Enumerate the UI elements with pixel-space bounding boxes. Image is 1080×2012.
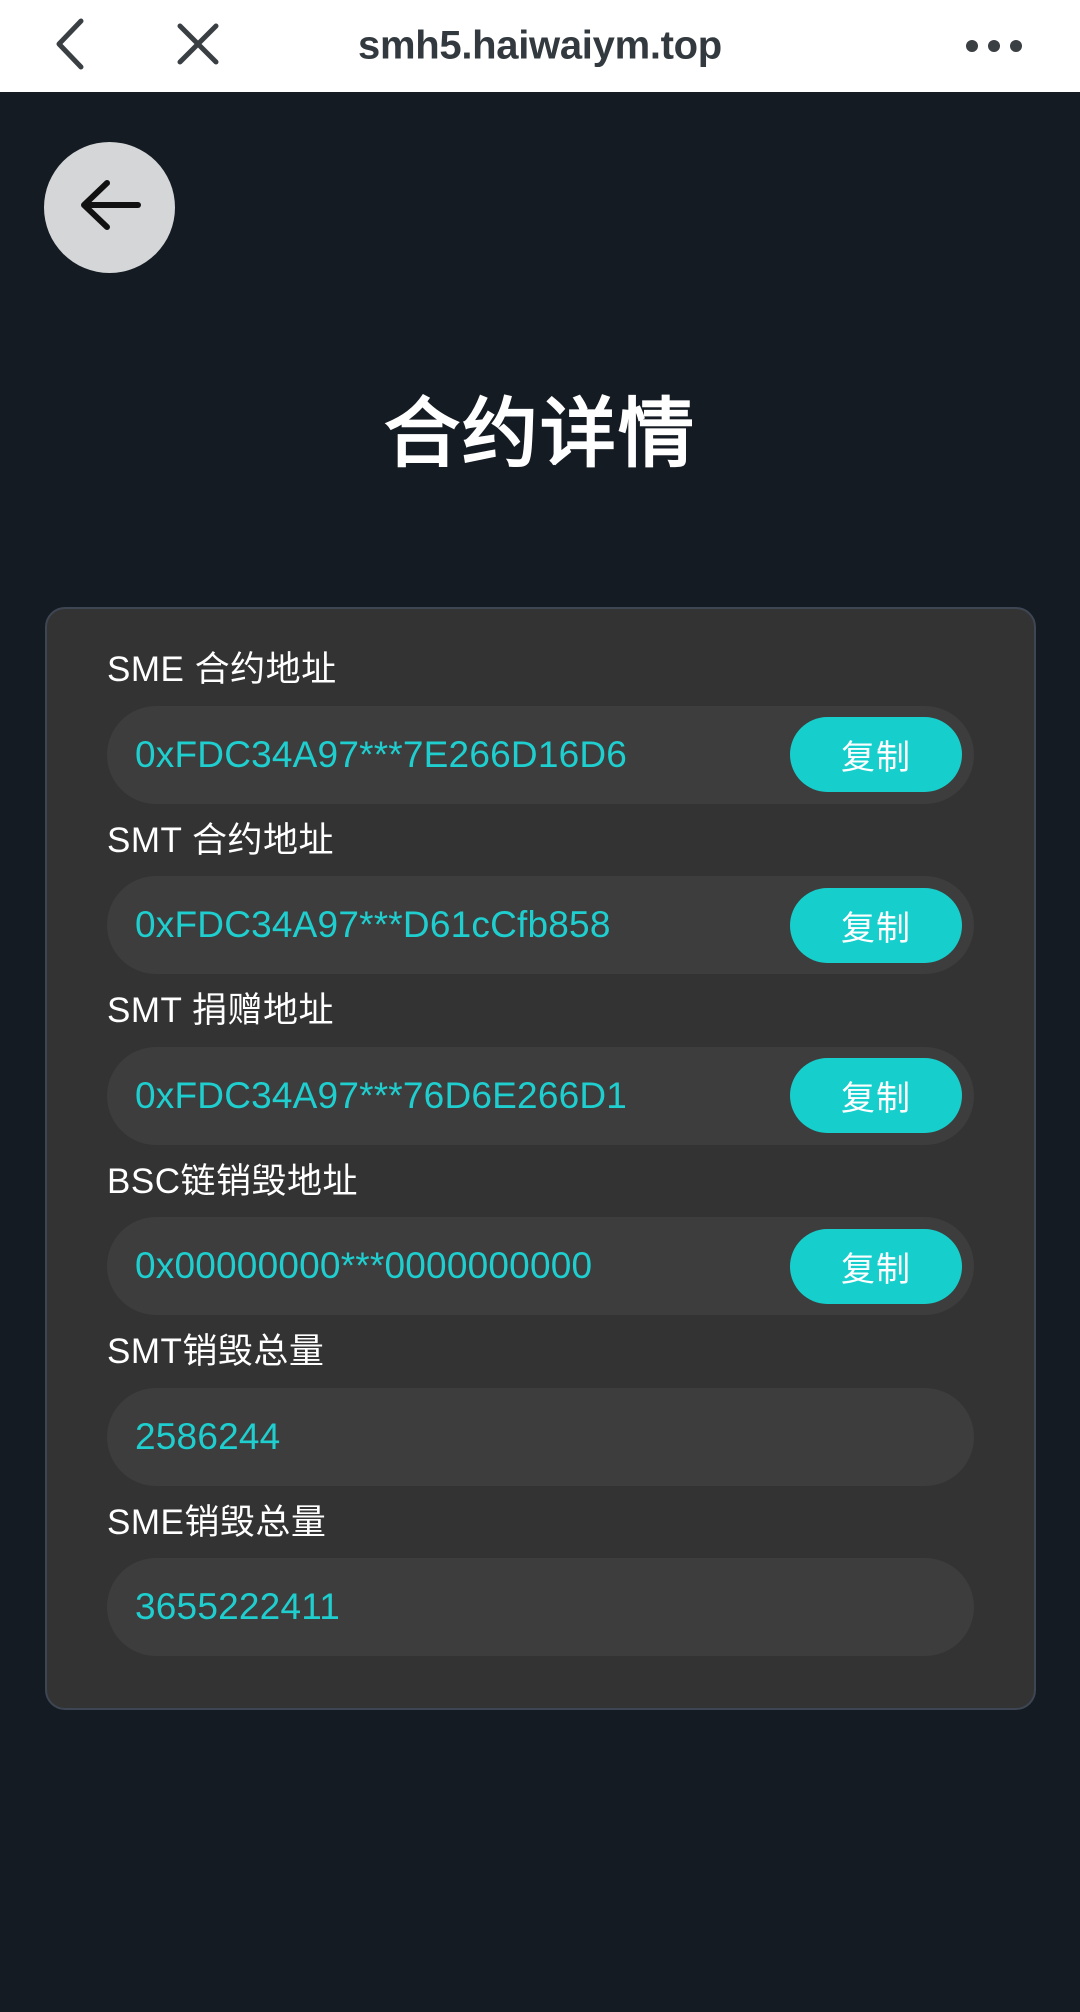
copy-button[interactable]: 复制 (790, 887, 962, 963)
field-value-box: 0xFDC34A97***7E266D16D6 复制 (107, 705, 974, 804)
page-body: 合约详情 SME 合约地址 0xFDC34A97***7E266D16D6 复制… (0, 92, 1080, 2012)
field-value: 0xFDC34A97***76D6E266D1 (135, 1074, 628, 1116)
more-options-icon[interactable] (966, 40, 1022, 52)
copy-button[interactable]: 复制 (790, 717, 962, 792)
field-row: SME 合约地址 0xFDC34A97***7E266D16D6 复制 (107, 650, 974, 804)
field-value: 2586244 (135, 1415, 281, 1457)
copy-button[interactable]: 复制 (790, 1058, 962, 1133)
field-value: 0x00000000***0000000000 (135, 1245, 593, 1286)
field-label: SMT 合约地址 (107, 820, 334, 860)
field-value-box: 2586244 (107, 1387, 974, 1486)
field-row: SMT 合约地址 0xFDC34A97***D61cCfb858 复制 (107, 820, 974, 974)
field-value: 3655222411 (135, 1586, 341, 1627)
field-label: SME 合约地址 (107, 650, 337, 689)
field-label: SMT 捐赠地址 (107, 991, 334, 1030)
menu-dot (966, 40, 978, 52)
field-value-box: 0xFDC34A97***76D6E266D1 复制 (107, 1046, 974, 1145)
field-row: SMT 捐赠地址 0xFDC34A97***76D6E266D1 复制 (107, 991, 974, 1145)
field-value: 0xFDC34A97***D61cCfb858 (135, 904, 611, 945)
browser-toolbar: smh5.haiwaiym.top (0, 0, 1080, 92)
field-value: 0xFDC34A97***7E266D16D6 (135, 733, 628, 775)
page-title: 合约详情 (384, 392, 696, 477)
page-back-button[interactable] (44, 142, 175, 273)
field-value-box: 3655222411 (107, 1558, 974, 1656)
field-label: SME销毁总量 (107, 1502, 327, 1542)
field-row: SMT销毁总量 2586244 (107, 1332, 974, 1486)
field-row: BSC链销毁地址 0x00000000***0000000000 复制 (107, 1161, 974, 1315)
menu-dot (1010, 40, 1022, 52)
browser-url-title: smh5.haiwaiym.top (358, 23, 722, 68)
menu-dot (988, 40, 1000, 52)
field-value-box: 0xFDC34A97***D61cCfb858 复制 (107, 876, 974, 974)
field-label: SMT销毁总量 (107, 1332, 325, 1371)
copy-button[interactable]: 复制 (790, 1228, 962, 1304)
field-label: BSC链销毁地址 (107, 1161, 358, 1201)
contract-details-card: SME 合约地址 0xFDC34A97***7E266D16D6 复制 SMT … (45, 607, 1036, 1710)
arrow-left-icon (76, 176, 144, 239)
field-value-box: 0x00000000***0000000000 复制 (107, 1217, 974, 1315)
field-row: SME销毁总量 3655222411 (107, 1502, 974, 1656)
